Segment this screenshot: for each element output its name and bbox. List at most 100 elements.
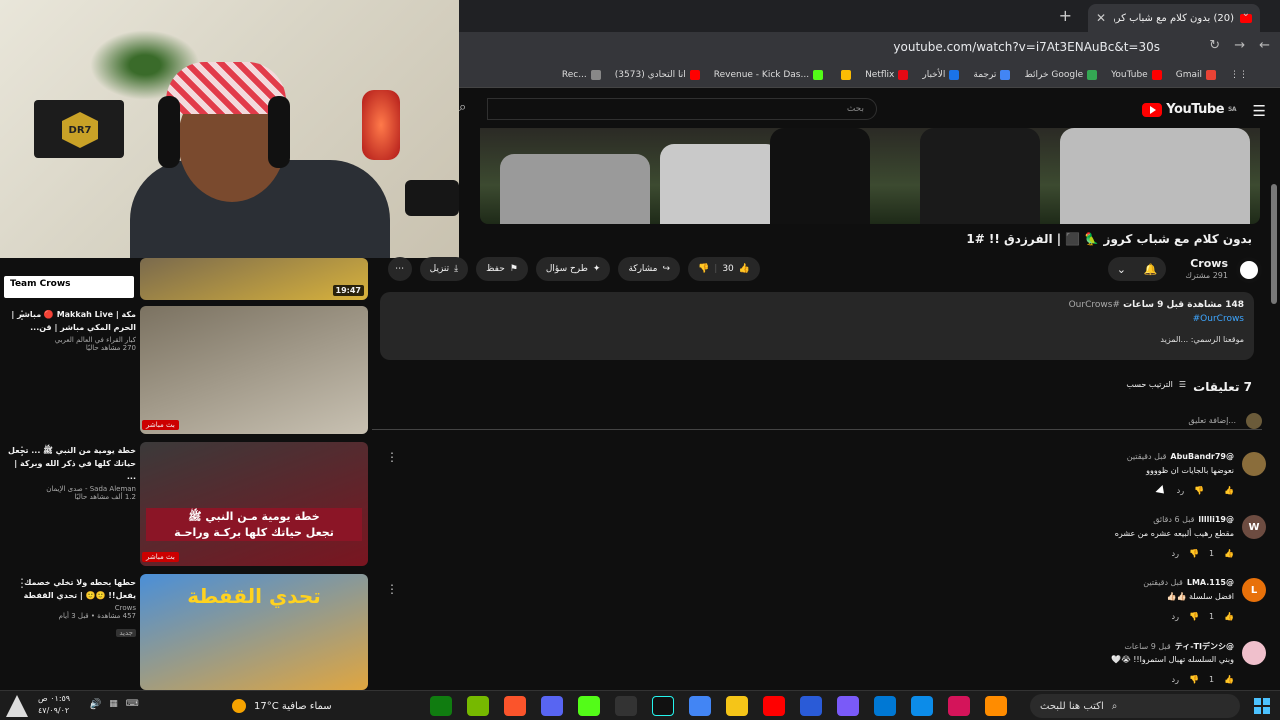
comment-author[interactable]: @ティ-TIデンシ xyxy=(1175,642,1234,651)
nvidia-icon[interactable] xyxy=(467,696,489,716)
bookmark-item[interactable]: (3573) انا التحادي xyxy=(615,69,700,80)
subscribe-bell-button[interactable]: ⌄ 🔔 xyxy=(1108,257,1166,281)
channel-avatar[interactable] xyxy=(1236,257,1262,283)
save-button[interactable]: حفظ ⚑ xyxy=(476,257,528,281)
dislike-icon[interactable]: 👎 xyxy=(1189,675,1199,684)
reply-button[interactable]: رد xyxy=(1177,486,1184,495)
dislike-icon[interactable]: 👎 xyxy=(1189,612,1199,621)
add-comment-field[interactable]: إضافة تعليق... xyxy=(372,412,1262,430)
bookmark-item[interactable]: YouTube xyxy=(1111,69,1162,80)
like-icon[interactable]: 👍 xyxy=(1224,675,1234,684)
scrollbar-thumb[interactable] xyxy=(1271,184,1277,304)
bookmark-item[interactable]: Netflix xyxy=(865,69,909,80)
reply-button[interactable]: رد xyxy=(1172,612,1179,621)
share-button[interactable]: مشاركة ↪ xyxy=(618,257,681,281)
folder-icon[interactable] xyxy=(726,696,748,716)
bookmark-item[interactable]: Rec... xyxy=(562,69,601,80)
video-player[interactable] xyxy=(480,128,1260,224)
sort-button[interactable]: الترتيب حسب ☰ xyxy=(1126,380,1186,389)
video-thumbnail[interactable]: تحدي القفطة xyxy=(140,574,368,690)
discord-icon[interactable] xyxy=(541,696,563,716)
commenter-avatar[interactable]: L xyxy=(1242,578,1266,602)
show-more-link[interactable]: ...المزيد xyxy=(1160,335,1188,344)
video-channel[interactable]: Crows xyxy=(4,604,136,612)
reply-button[interactable]: رد xyxy=(1172,549,1179,558)
bookmark-item[interactable]: ترجمة xyxy=(973,69,1011,80)
page-scrollbar[interactable] xyxy=(1271,96,1277,690)
reply-button[interactable]: رد xyxy=(1172,675,1179,684)
comment-author[interactable]: @llllli19 xyxy=(1198,515,1234,524)
dislike-icon[interactable]: 👎 xyxy=(1194,486,1204,495)
url-field[interactable]: youtube.com/watch?v=i7At3ENAuBc&t=30s xyxy=(893,40,1160,54)
youtube-logo[interactable]: YouTube SA xyxy=(1142,102,1236,117)
hashtag[interactable]: #OurCrows xyxy=(1069,300,1120,310)
brave-icon[interactable] xyxy=(504,696,526,716)
hashtag-link[interactable]: #OurCrows xyxy=(1193,314,1244,324)
windows-start-icon[interactable] xyxy=(1254,698,1270,714)
kick-icon[interactable] xyxy=(578,696,600,716)
apps-grid-icon[interactable]: ⋮⋮ xyxy=(1230,70,1248,80)
more-options-icon[interactable]: ⋮ xyxy=(16,308,28,322)
more-options-icon[interactable]: ⋮ xyxy=(386,582,398,596)
bookmark-item[interactable] xyxy=(837,69,852,80)
bookmark-item[interactable]: Gmail xyxy=(1176,69,1216,80)
outlook-icon[interactable] xyxy=(874,696,896,716)
tiktok-icon[interactable] xyxy=(652,696,674,716)
xbox-icon[interactable] xyxy=(430,696,452,716)
taskbar-clock[interactable]: ٠١:٥٩ ص ٤٧/٠٩/٠٢ xyxy=(38,693,70,717)
search-icon[interactable]: ⌕ xyxy=(459,100,466,115)
dislike-icon[interactable]: 👎 xyxy=(698,264,709,274)
video-thumbnail[interactable]: خطة يومية مـن النبي ﷺ تجعل حياتك كلها برك… xyxy=(140,442,368,566)
channel-name[interactable]: Crows xyxy=(1190,257,1228,270)
commenter-avatar[interactable] xyxy=(1242,452,1266,476)
search-input[interactable]: بحث xyxy=(487,98,877,120)
controller-icon[interactable] xyxy=(837,696,859,716)
app-icon[interactable] xyxy=(800,696,822,716)
download-button[interactable]: تنزيل ⤓ xyxy=(419,257,469,281)
more-actions-button[interactable]: ⋯ xyxy=(387,257,412,281)
back-icon[interactable]: ← xyxy=(1259,38,1270,53)
bookmark-item[interactable]: خرائط Google xyxy=(1024,69,1098,80)
language-indicator[interactable]: ع xyxy=(90,700,95,710)
video-thumbnail[interactable]: 19:47 xyxy=(140,258,368,300)
like-icon[interactable]: 👍 xyxy=(739,264,750,274)
comment-author[interactable]: @LMA.115 xyxy=(1187,578,1234,587)
commenter-avatar[interactable] xyxy=(1242,641,1266,665)
like-icon[interactable]: 👍 xyxy=(1224,486,1234,495)
more-options-icon[interactable]: ⋮ xyxy=(16,444,28,458)
video-channel[interactable]: كبار القراء في العالم العربي xyxy=(4,336,136,344)
chrome-icon[interactable] xyxy=(689,696,711,716)
menu-icon[interactable]: ☰ xyxy=(1253,102,1266,120)
like-icon[interactable]: 👍 xyxy=(1224,549,1234,558)
weather-widget[interactable]: 17°C سماء صافية xyxy=(232,699,332,713)
reload-icon[interactable]: ↻ xyxy=(1209,38,1220,53)
network-icon[interactable]: ▦ xyxy=(109,699,118,709)
more-options-icon[interactable]: ⋮ xyxy=(386,450,398,464)
tab-search-icon[interactable]: ⌄ xyxy=(1242,8,1250,19)
app-icon[interactable] xyxy=(948,696,970,716)
bookmark-item[interactable]: Revenue - Kick Das... xyxy=(714,69,824,80)
more-options-icon[interactable]: ⋮ xyxy=(16,576,28,590)
video-thumbnail[interactable]: بث مباشر xyxy=(140,306,368,434)
new-tab-icon[interactable]: + xyxy=(1059,6,1072,25)
forward-icon[interactable]: → xyxy=(1234,38,1245,53)
comment-author[interactable]: @AbuBandr79 xyxy=(1170,452,1234,461)
address-bar-row: ↻ → ← youtube.com/watch?v=i7At3ENAuBc&t=… xyxy=(459,32,1280,62)
taskbar-search-input[interactable]: ⌕ اكتب هنا للبحث xyxy=(1030,694,1240,718)
edge-icon[interactable] xyxy=(911,696,933,716)
ask-button[interactable]: طرح سؤال ✦ xyxy=(535,257,611,281)
dislike-icon[interactable]: 👎 xyxy=(1189,549,1199,558)
like-icon[interactable]: 👍 xyxy=(1224,612,1234,621)
close-tab-icon[interactable]: ✕ xyxy=(1096,11,1106,25)
copilot-icon[interactable] xyxy=(985,696,1007,716)
headphone-left xyxy=(158,96,180,168)
keyboard-icon[interactable]: ⌨ xyxy=(126,699,139,709)
description-box[interactable]: 148 مشاهدة قبل 9 ساعات #OurCrows #OurCro… xyxy=(380,292,1254,360)
commenter-avatar[interactable]: W xyxy=(1242,515,1266,539)
bookmark-item[interactable]: الأخبار xyxy=(922,69,960,80)
youtube-app-icon[interactable] xyxy=(763,696,785,716)
obs-icon[interactable] xyxy=(615,696,637,716)
video-channel[interactable]: Sada Aleman - صدى الإيمان xyxy=(4,485,136,493)
show-desktop-button[interactable] xyxy=(6,695,28,717)
browser-tab[interactable]: (20) بدون كلام مع شباب كروز ✕ xyxy=(1088,4,1260,32)
